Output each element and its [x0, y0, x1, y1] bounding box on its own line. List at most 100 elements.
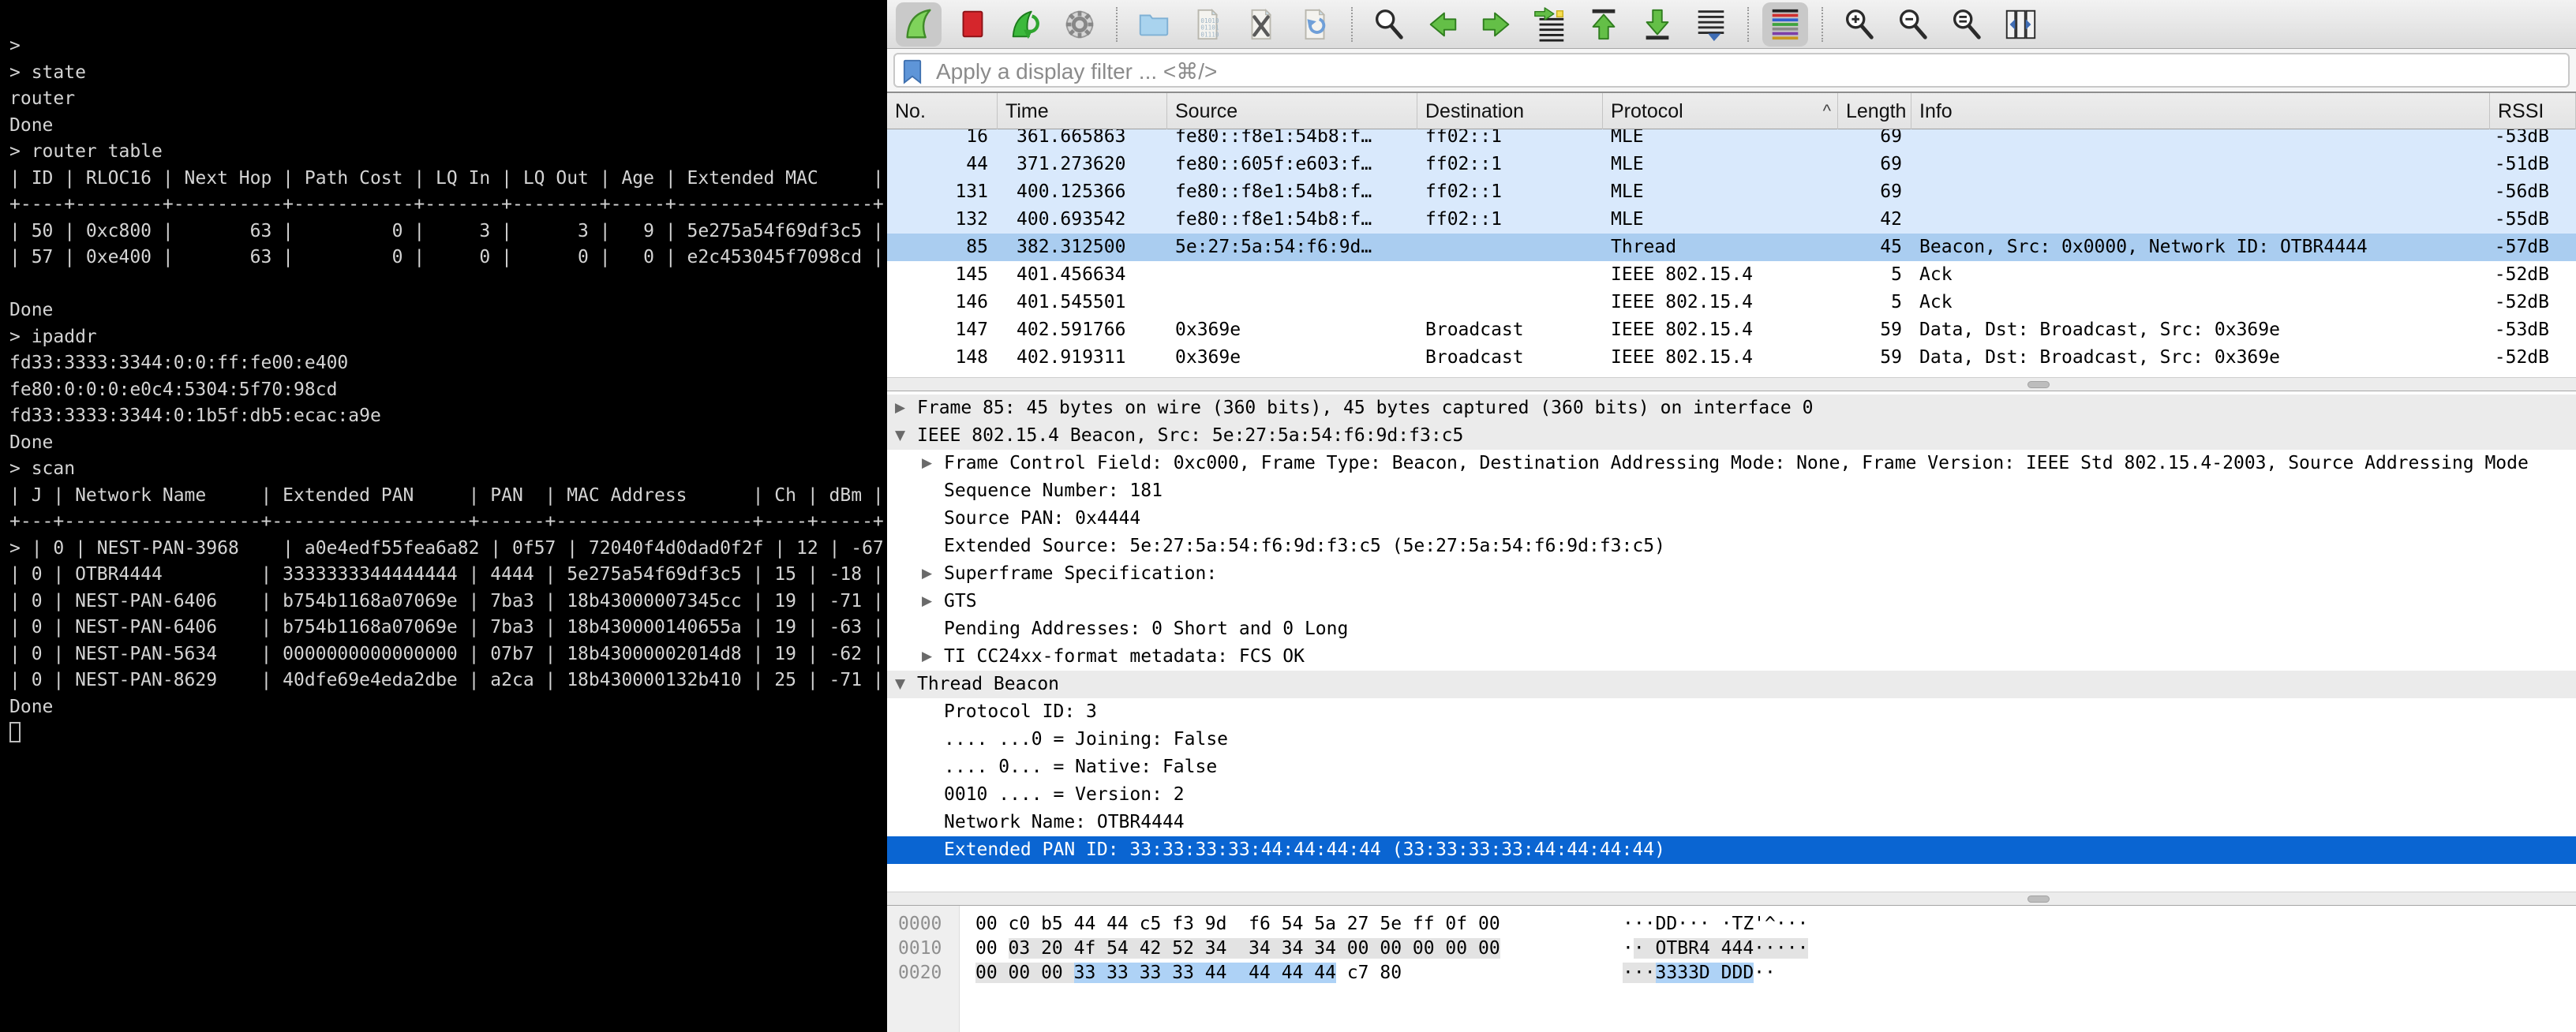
hex-ascii-area[interactable]: ···3333D DDD··	[1623, 961, 1776, 985]
packet-row-132[interactable]: 132400.693542fe80::f8e1:54b8:f…ff02::1ML…	[887, 206, 2576, 234]
bookmark-icon[interactable]	[902, 59, 923, 84]
detail-row[interactable]: ▼Thread Beacon	[887, 671, 2576, 698]
detail-row[interactable]: Pending Addresses: 0 Short and 0 Long	[887, 615, 2576, 643]
openthread-cli-terminal[interactable]: > > state router Done > router table | I…	[0, 0, 887, 1032]
detail-row[interactable]: Extended Source: 5e:27:5a:54:f6:9d:f3:c5…	[887, 533, 2576, 560]
hex-bytes[interactable]: ··	[1754, 963, 1776, 983]
collapsed-arrow-icon[interactable]: ▶	[922, 560, 932, 588]
hex-bytes[interactable]: 00 c0 b5 44 44 c5 f3 9d f6 54 5a 27 5e f…	[975, 914, 1500, 934]
hex-byte-area[interactable]: 00 c0 b5 44 44 c5 f3 9d f6 54 5a 27 5e f…	[975, 912, 1500, 937]
packet-list-splitter[interactable]	[887, 377, 2576, 391]
detail-row[interactable]: Source PAN: 0x4444	[887, 505, 2576, 533]
splitter-handle[interactable]	[2027, 381, 2050, 388]
resize-columns-button[interactable]	[1998, 2, 2043, 47]
packet-row-44[interactable]: 44371.273620fe80::605f:e603:f…ff02::1MLE…	[887, 151, 2576, 178]
column-header-label: Time	[1005, 100, 1049, 122]
column-header-info[interactable]: Info	[1911, 93, 2490, 129]
capture-options-button[interactable]	[1057, 2, 1103, 47]
hex-field-bytes[interactable]: · OTBR4 444·····	[1634, 938, 1809, 959]
colorize-button[interactable]	[1762, 2, 1808, 47]
hex-row-0000[interactable]: 000000 c0 b5 44 44 c5 f3 9d f6 54 5a 27 …	[887, 912, 2576, 937]
hex-bytes[interactable]: 00	[975, 938, 1009, 959]
column-header-time[interactable]: Time	[998, 93, 1167, 129]
collapsed-arrow-icon[interactable]: ▶	[895, 394, 905, 422]
column-header-length[interactable]: Length	[1838, 93, 1911, 129]
column-header-no[interactable]: No.	[887, 93, 998, 129]
detail-row[interactable]: ▶Frame 85: 45 bytes on wire (360 bits), …	[887, 394, 2576, 422]
hex-field-bytes[interactable]: 00 00 00	[975, 963, 1074, 983]
hex-field-bytes[interactable]: ···	[1623, 963, 1656, 983]
capture-restart-icon	[1008, 6, 1044, 43]
zoom-out-button[interactable]	[1890, 2, 1936, 47]
hex-byte-area[interactable]: 00 00 00 33 33 33 33 44 44 44 44 c7 80	[975, 961, 1402, 985]
go-bottom-button[interactable]	[1634, 2, 1680, 47]
collapsed-arrow-icon[interactable]: ▶	[922, 643, 932, 671]
hex-selected-bytes[interactable]: 3333D DDD	[1656, 963, 1754, 983]
cell-source: fe80::f8e1:54b8:f…	[1167, 129, 1417, 151]
zoom-original-button[interactable]	[1944, 2, 1990, 47]
expanded-arrow-icon[interactable]: ▼	[895, 671, 905, 698]
capture-start-button[interactable]	[896, 2, 942, 47]
hex-row-0020[interactable]: 002000 00 00 33 33 33 33 44 44 44 44 c7 …	[887, 961, 2576, 985]
column-header-protocol[interactable]: Protocol^	[1603, 93, 1838, 129]
hex-ascii-area[interactable]: ···DD··· ·TZ'^···	[1623, 912, 1808, 937]
detail-row[interactable]: ▶GTS	[887, 588, 2576, 615]
packet-row-147[interactable]: 147402.5917660x369eBroadcastIEEE 802.15.…	[887, 316, 2576, 344]
column-header-rssi[interactable]: RSSI	[2490, 93, 2576, 129]
detail-row[interactable]: .... ...0 = Joining: False	[887, 726, 2576, 753]
detail-row[interactable]: 0010 .... = Version: 2	[887, 781, 2576, 809]
column-header-destination[interactable]: Destination	[1417, 93, 1603, 129]
hex-field-bytes[interactable]: 03 20 4f 54 42 52 34 34 34 34 00 00 00 0…	[1009, 938, 1500, 959]
find-packet-button[interactable]	[1366, 2, 1412, 47]
capture-restart-button[interactable]	[1003, 2, 1049, 47]
detail-row-text: .... ...0 = Joining: False	[944, 726, 1228, 753]
cell-no: 132	[887, 206, 998, 234]
column-header-source[interactable]: Source	[1167, 93, 1417, 129]
detail-row[interactable]: Protocol ID: 3	[887, 698, 2576, 726]
hex-bytes[interactable]: c7 80	[1336, 963, 1402, 983]
detail-row[interactable]: ▶Superframe Specification:	[887, 560, 2576, 588]
reload-button[interactable]	[1292, 2, 1338, 47]
packet-row-148[interactable]: 148402.9193110x369eBroadcastIEEE 802.15.…	[887, 344, 2576, 372]
detail-row-text: 0010 .... = Version: 2	[944, 781, 1185, 809]
detail-row-selected[interactable]: Extended PAN ID: 33:33:33:33:44:44:44:44…	[887, 836, 2576, 864]
autoscroll-button[interactable]	[1688, 2, 1734, 47]
hex-bytes[interactable]: ·	[1623, 938, 1634, 959]
column-header-label: Source	[1175, 100, 1237, 122]
detail-row[interactable]: ▶TI CC24xx-format metadata: FCS OK	[887, 643, 2576, 671]
splitter-handle[interactable]	[2027, 896, 2050, 903]
packet-row-85[interactable]: 85382.3125005e:27:5a:54:f6:9d…Thread45Be…	[887, 234, 2576, 261]
collapsed-arrow-icon[interactable]: ▶	[922, 450, 932, 477]
detail-row[interactable]: Network Name: OTBR4444	[887, 809, 2576, 836]
display-filter-input[interactable]: Apply a display filter ... <⌘/>	[893, 53, 2570, 88]
detail-row[interactable]: ▶Frame Control Field: 0xc000, Frame Type…	[887, 450, 2576, 477]
packet-row-146[interactable]: 146401.545501IEEE 802.15.45Ack-52dB	[887, 289, 2576, 316]
collapsed-arrow-icon[interactable]: ▶	[922, 588, 932, 615]
file-close-button[interactable]	[1238, 2, 1284, 47]
screen: > > state router Done > router table | I…	[0, 0, 2576, 1032]
hex-ascii-area[interactable]: ·· OTBR4 444·····	[1623, 937, 1808, 961]
file-save-button[interactable]	[1185, 2, 1230, 47]
packet-row-145[interactable]: 145401.456634IEEE 802.15.45Ack-52dB	[887, 261, 2576, 289]
hex-bytes[interactable]: ···DD··· ·TZ'^···	[1623, 914, 1808, 934]
hex-offset: 0010	[898, 937, 942, 961]
packet-bytes-pane[interactable]: 000000 c0 b5 44 44 c5 f3 9d f6 54 5a 27 …	[887, 906, 2576, 1032]
hex-selected-bytes[interactable]: 33 33 33 33 44 44 44 44	[1074, 963, 1336, 983]
go-to-packet-button[interactable]	[1527, 2, 1573, 47]
expanded-arrow-icon[interactable]: ▼	[895, 422, 905, 450]
details-splitter[interactable]	[887, 892, 2576, 906]
go-back-button[interactable]	[1420, 2, 1466, 47]
go-forward-button[interactable]	[1473, 2, 1519, 47]
detail-row[interactable]: Sequence Number: 181	[887, 477, 2576, 505]
capture-stop-button[interactable]	[949, 2, 995, 47]
detail-row[interactable]: ▼IEEE 802.15.4 Beacon, Src: 5e:27:5a:54:…	[887, 422, 2576, 450]
zoom-in-button[interactable]	[1837, 2, 1882, 47]
hex-row-0010[interactable]: 0010 00 03 20 4f 54 42 52 34 34 34 34 00 …	[887, 937, 2576, 961]
packet-row-16[interactable]: 16361.665863fe80::f8e1:54b8:f…ff02::1MLE…	[887, 129, 2576, 151]
cell-info: Ack	[1911, 289, 2490, 316]
packet-row-131[interactable]: 131400.125366fe80::f8e1:54b8:f…ff02::1ML…	[887, 178, 2576, 206]
hex-byte-area[interactable]: 00 03 20 4f 54 42 52 34 34 34 34 00 00 0…	[975, 937, 1500, 961]
file-open-button[interactable]	[1131, 2, 1177, 47]
detail-row[interactable]: .... 0... = Native: False	[887, 753, 2576, 781]
go-top-button[interactable]	[1581, 2, 1627, 47]
